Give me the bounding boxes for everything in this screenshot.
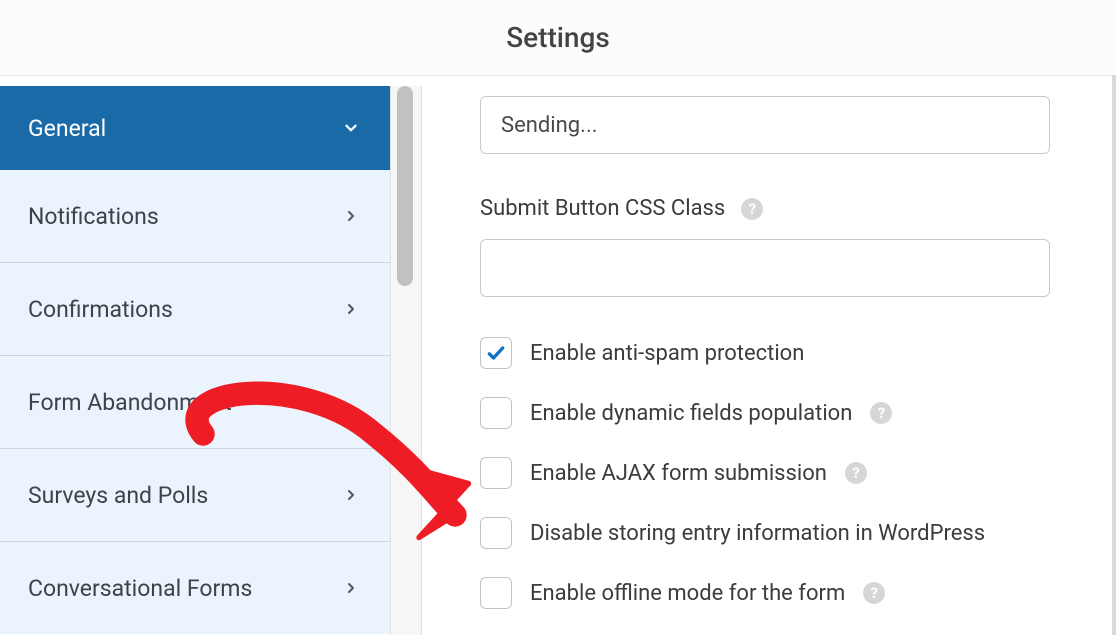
submit-button-css-class-input[interactable] (480, 239, 1050, 297)
sidebar-item-label: Confirmations (28, 296, 173, 323)
chevron-right-icon (340, 577, 362, 599)
chevron-right-icon (340, 205, 362, 227)
option-offline-mode[interactable]: Enable offline mode for the form ? (480, 577, 1030, 609)
chevron-right-icon (340, 484, 362, 506)
option-label: Disable storing entry information in Wor… (530, 521, 985, 546)
checkbox[interactable] (480, 577, 512, 609)
sidebar-item-general[interactable]: General (0, 86, 390, 170)
option-label: Enable dynamic fields population (530, 401, 852, 426)
sidebar-item-confirmations[interactable]: Confirmations (0, 263, 390, 356)
checkbox[interactable] (480, 457, 512, 489)
option-label: Enable anti-spam protection (530, 341, 804, 366)
sidebar-item-label: Conversational Forms (28, 575, 252, 602)
sidebar-item-notifications[interactable]: Notifications (0, 170, 390, 263)
settings-content: Sending... Submit Button CSS Class ? Ena… (420, 86, 1090, 609)
label-text: Submit Button CSS Class (480, 196, 725, 221)
submit-processing-text-input[interactable]: Sending... (480, 96, 1050, 154)
option-anti-spam[interactable]: Enable anti-spam protection (480, 337, 1030, 369)
checkbox[interactable] (480, 397, 512, 429)
input-value: Sending... (501, 113, 598, 138)
page-title: Settings (506, 21, 610, 54)
option-disable-storing-entry[interactable]: Disable storing entry information in Wor… (480, 517, 1030, 549)
sidebar-item-form-abandonment[interactable]: Form Abandonment (0, 356, 390, 449)
checkbox[interactable] (480, 517, 512, 549)
option-ajax-submission[interactable]: Enable AJAX form submission ? (480, 457, 1030, 489)
sidebar-item-conversational-forms[interactable]: Conversational Forms (0, 542, 390, 634)
settings-sidebar: General Notifications Confirmations Form… (0, 86, 390, 634)
settings-header: Settings (0, 0, 1116, 76)
sidebar-item-surveys-polls[interactable]: Surveys and Polls (0, 449, 390, 542)
chevron-right-icon (340, 298, 362, 320)
option-label: Enable offline mode for the form (530, 581, 845, 606)
help-icon[interactable]: ? (741, 198, 763, 220)
panel-right-edge (1112, 75, 1116, 635)
submit-button-css-class-label: Submit Button CSS Class ? (480, 196, 1030, 221)
help-icon[interactable]: ? (845, 462, 867, 484)
sidebar-item-label: Notifications (28, 203, 159, 230)
sidebar-item-label: Surveys and Polls (28, 482, 208, 509)
option-label: Enable AJAX form submission (530, 461, 827, 486)
help-icon[interactable]: ? (863, 582, 885, 604)
scrollbar-gutter[interactable] (390, 86, 422, 635)
help-icon[interactable]: ? (870, 402, 892, 424)
sidebar-item-label: Form Abandonment (28, 389, 232, 416)
chevron-down-icon (340, 117, 362, 139)
sidebar-item-label: General (28, 115, 106, 142)
scrollbar-thumb[interactable] (397, 86, 413, 286)
checkbox[interactable] (480, 337, 512, 369)
option-dynamic-fields[interactable]: Enable dynamic fields population ? (480, 397, 1030, 429)
